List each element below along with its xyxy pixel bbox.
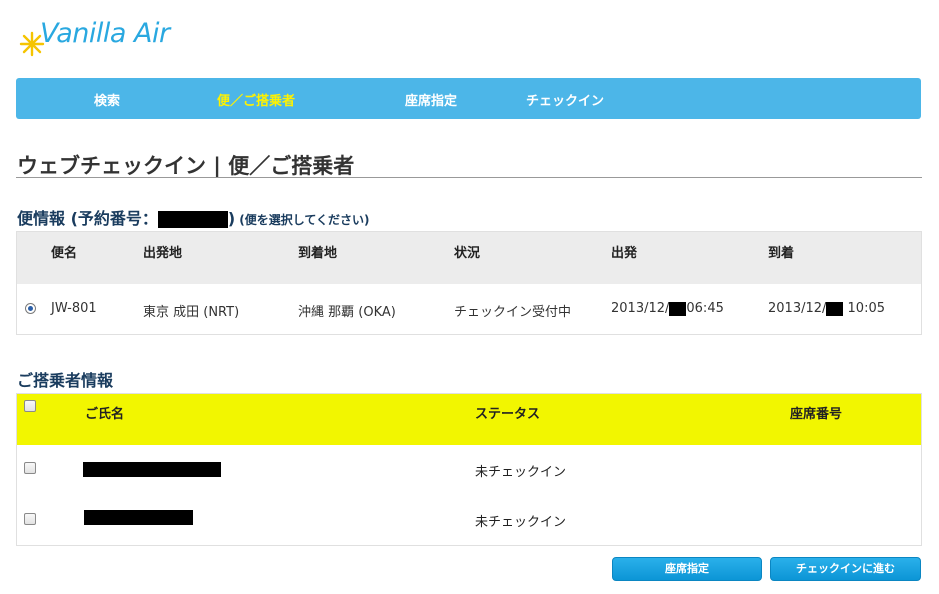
flight-info-note: (便を選択してください) bbox=[239, 213, 370, 227]
select-all-checkbox[interactable] bbox=[24, 400, 36, 412]
destination-airport: 沖縄 那覇 (OKA) bbox=[298, 305, 396, 320]
page-title: ウェブチェックイン | 便／ご搭乗者 bbox=[17, 154, 355, 178]
col-passenger-name: ご氏名 bbox=[85, 407, 125, 422]
col-passenger-status: ステータス bbox=[475, 407, 541, 422]
departure-time: 06:45 bbox=[686, 301, 724, 316]
step-navigation: 検索 便／ご搭乗者 座席指定 チェックイン bbox=[16, 78, 921, 119]
col-status: 状況 bbox=[454, 246, 481, 261]
departure-date: 2013/12/ bbox=[611, 301, 670, 316]
arrival-datetime: 2013/12/ 10:05 bbox=[768, 301, 885, 316]
flight-number: JW-801 bbox=[51, 301, 97, 316]
arrival-time: 10:05 bbox=[847, 301, 885, 316]
flight-select-radio[interactable] bbox=[25, 303, 36, 314]
checkin-status: チェックイン受付中 bbox=[454, 305, 572, 320]
seat-select-button[interactable]: 座席指定 bbox=[612, 557, 762, 581]
col-departure: 出発 bbox=[611, 246, 638, 261]
logo-text: Vanilla Air bbox=[40, 18, 170, 49]
flight-table: 便名 出発地 到着地 状況 出発 到着 JW-801 東京 成田 (NRT) 沖… bbox=[16, 231, 922, 335]
redacted-arrival-day bbox=[826, 301, 844, 316]
arrival-date: 2013/12/ bbox=[768, 301, 827, 316]
vanilla-air-logo: Vanilla Air bbox=[18, 10, 178, 57]
proceed-checkin-button[interactable]: チェックインに進む bbox=[770, 557, 921, 581]
col-arrival: 到着 bbox=[768, 246, 795, 261]
redacted-passenger-name bbox=[84, 510, 193, 525]
col-origin: 出発地 bbox=[143, 246, 183, 261]
tab-search[interactable]: 検索 bbox=[94, 90, 120, 109]
flight-info-title-suffix: ) bbox=[227, 209, 236, 228]
redacted-passenger-name bbox=[83, 462, 221, 477]
flight-table-header: 便名 出発地 到着地 状況 出発 到着 bbox=[17, 232, 921, 284]
passenger-checkbox[interactable] bbox=[24, 462, 36, 474]
tab-seat-selection[interactable]: 座席指定 bbox=[405, 90, 457, 109]
passenger-status: 未チェックイン bbox=[475, 515, 567, 530]
departure-datetime: 2013/12/06:45 bbox=[611, 301, 724, 316]
tab-checkin[interactable]: チェックイン bbox=[526, 90, 604, 109]
origin-airport: 東京 成田 (NRT) bbox=[143, 305, 240, 320]
passenger-checkbox[interactable] bbox=[24, 513, 36, 525]
passenger-status: 未チェックイン bbox=[475, 465, 567, 480]
col-seat-number: 座席番号 bbox=[790, 407, 843, 422]
col-destination: 到着地 bbox=[298, 246, 338, 261]
title-divider bbox=[16, 177, 922, 178]
flight-info-title: 便情報 (予約番号：) (便を選択してください) bbox=[17, 205, 369, 229]
col-flight: 便名 bbox=[51, 246, 78, 261]
redacted-departure-day bbox=[669, 301, 687, 316]
passenger-table: ご氏名 ステータス 座席番号 未チェックイン 未チェックイン bbox=[16, 393, 922, 546]
tab-flight-passenger[interactable]: 便／ご搭乗者 bbox=[217, 90, 295, 109]
passenger-info-title: ご搭乗者情報 bbox=[17, 371, 114, 390]
passenger-table-header: ご氏名 ステータス 座席番号 bbox=[17, 394, 921, 445]
flight-info-title-prefix: 便情報 (予約番号： bbox=[17, 209, 158, 228]
redacted-booking-number bbox=[157, 211, 228, 228]
